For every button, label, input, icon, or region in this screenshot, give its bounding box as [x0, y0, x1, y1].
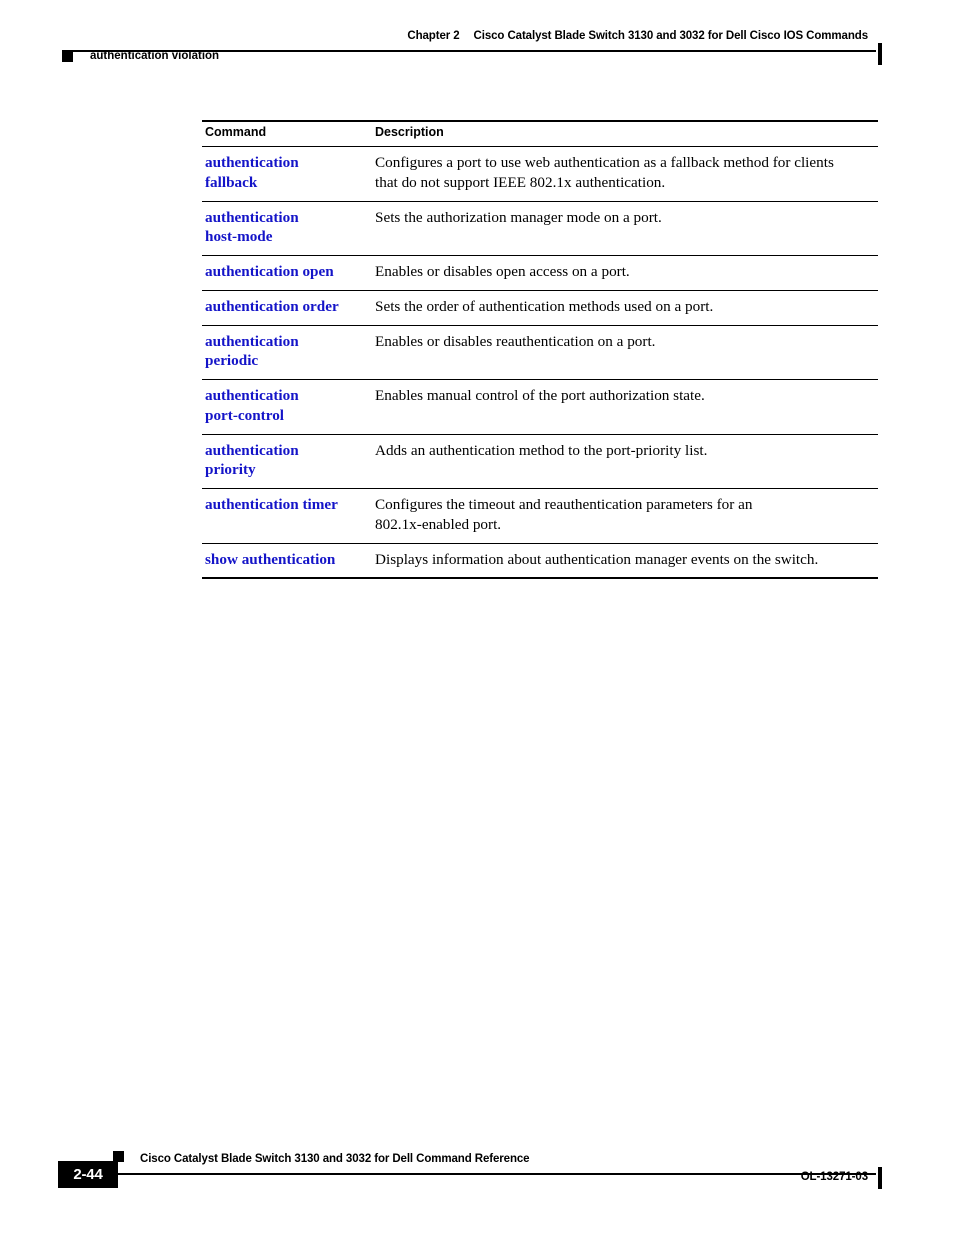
- command-link[interactable]: authentication port-control: [202, 379, 372, 435]
- description-line: Sets the authorization manager mode on a…: [375, 208, 662, 226]
- command-line: authentication: [205, 332, 299, 350]
- command-line: authentication timer: [205, 496, 338, 513]
- command-link[interactable]: authentication timer: [202, 488, 372, 544]
- command-line: host-mode: [205, 228, 273, 246]
- command-link[interactable]: authentication periodic: [202, 325, 372, 380]
- footer-document-id: OL-13271-03: [800, 1171, 868, 1183]
- command-line: authentication: [205, 208, 299, 226]
- command-description: Enables or disables reauthentication on …: [372, 325, 878, 380]
- description-line: that do not support IEEE 802.1x authenti…: [375, 173, 666, 191]
- command-description: Sets the order of authentication methods…: [372, 290, 878, 326]
- table-row: authentication priority Adds an authentica…: [202, 434, 878, 489]
- square-bullet-icon: [62, 50, 73, 62]
- command-line: port-control: [205, 406, 285, 424]
- command-link[interactable]: authentication fallback: [202, 146, 372, 202]
- description-line: Configures the timeout and reauthenticat…: [375, 496, 753, 513]
- table-row: authentication open Enables or disables o…: [202, 255, 878, 291]
- table-row: authentication periodic Enables or disable…: [202, 325, 878, 380]
- table-row: authentication fallback Configures a port …: [202, 146, 878, 202]
- command-link[interactable]: authentication open: [202, 255, 372, 291]
- command-description: Displays information about authenticatio…: [372, 543, 878, 580]
- related-commands-table: Command Description authentication fallba…: [202, 120, 878, 580]
- command-description: Configures a port to use web authenticat…: [372, 146, 878, 202]
- header-running-title: authentication violation: [90, 50, 220, 62]
- command-line: fallback: [205, 173, 258, 191]
- command-line: authentication open: [205, 263, 334, 280]
- page-header: Chapter 2 Cisco Catalyst Blade Switch 313…: [0, 30, 954, 76]
- header-left-group: authentication violation: [62, 50, 219, 62]
- command-line: authentication: [205, 154, 299, 171]
- command-description: Enables or disables open access on a por…: [372, 255, 878, 291]
- header-chapter-title: Cisco Catalyst Blade Switch 3130 and 303…: [473, 30, 869, 42]
- command-line: authentication: [205, 387, 299, 404]
- command-link[interactable]: authentication host-mode: [202, 201, 372, 256]
- description-line: Enables manual control of the port autho…: [375, 387, 705, 404]
- column-header-description: Description: [372, 120, 878, 147]
- page-number-badge: 2-44: [58, 1161, 118, 1188]
- command-link[interactable]: authentication priority: [202, 434, 372, 489]
- table-body: authentication fallback Configures a port …: [202, 146, 878, 580]
- command-description: Adds an authentication method to the por…: [372, 434, 878, 489]
- command-description: Sets the authorization manager mode on a…: [372, 201, 878, 256]
- main-content: Command Description authentication fallba…: [202, 120, 878, 580]
- command-line: periodic: [205, 352, 259, 370]
- table-head: Command Description: [202, 120, 878, 147]
- table-row: authentication order Sets the order of au…: [202, 290, 878, 326]
- header-edge-tab: [878, 43, 882, 65]
- description-line: Sets the order of authentication methods…: [375, 297, 714, 315]
- footer-book-title: Cisco Catalyst Blade Switch 3130 and 303…: [140, 1153, 530, 1165]
- command-line: priority: [205, 461, 256, 479]
- table-row: show authentication Displays information …: [202, 543, 878, 580]
- description-line: Configures a port to use web authenticat…: [375, 154, 834, 171]
- table-row: authentication host-mode Sets the authoriz…: [202, 201, 878, 256]
- command-description: Enables manual control of the port autho…: [372, 379, 878, 435]
- table-row: authentication port-control Enables manual…: [202, 379, 878, 435]
- command-line: show authentication: [205, 550, 336, 568]
- header-chapter-line: Chapter 2 Cisco Catalyst Blade Switch 313…: [407, 30, 868, 42]
- table-header-row: Command Description: [202, 120, 878, 147]
- description-line: Displays information about authenticatio…: [375, 550, 819, 568]
- description-line: Adds an authentication method to the por…: [375, 441, 708, 459]
- command-line: authentication: [205, 441, 299, 459]
- footer-edge-tab: [878, 1167, 882, 1189]
- command-description: Configures the timeout and reauthenticat…: [372, 488, 878, 544]
- table-row: authentication timer Configures the timeo…: [202, 488, 878, 544]
- command-link[interactable]: authentication order: [202, 290, 372, 326]
- description-line: Enables or disables reauthentication on …: [375, 332, 656, 350]
- description-line: Enables or disables open access on a por…: [375, 263, 630, 280]
- command-line: authentication order: [205, 297, 339, 315]
- footer-rule: [62, 1173, 876, 1176]
- column-header-command: Command: [202, 120, 372, 147]
- description-line: 802.1x-enabled port.: [375, 515, 502, 533]
- header-chapter-label: Chapter 2: [407, 30, 460, 42]
- page-footer: Cisco Catalyst Blade Switch 3130 and 303…: [0, 1125, 954, 1235]
- command-link[interactable]: show authentication: [202, 543, 372, 580]
